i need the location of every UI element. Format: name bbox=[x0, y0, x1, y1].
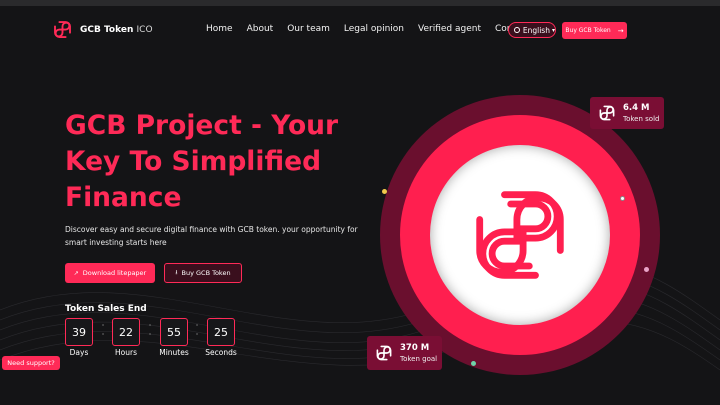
token-sold-value: 6.4 M bbox=[623, 103, 650, 113]
header-buy-button[interactable]: Buy GCB Token → bbox=[562, 22, 627, 39]
download-icon: ⭳ bbox=[175, 269, 178, 276]
download-litepaper-button[interactable]: ↗ Download litepaper bbox=[65, 263, 155, 283]
countdown-separator: · · bbox=[148, 321, 152, 339]
countdown-minutes-label: Minutes bbox=[159, 348, 189, 357]
token-sold-card: 6.4 M Token sold bbox=[590, 97, 664, 129]
token-goal-label: Token goal bbox=[400, 355, 438, 363]
gcb-logo-icon bbox=[54, 21, 71, 38]
browser-top-strip bbox=[0, 0, 720, 6]
countdown-days-value: 39 bbox=[65, 318, 93, 346]
nav-our-team[interactable]: Our team bbox=[287, 24, 330, 34]
countdown-hours-label: Hours bbox=[115, 348, 137, 357]
token-sold-label: Token sold bbox=[623, 115, 660, 123]
globe-icon bbox=[514, 27, 520, 33]
hero-title-line-3: Finance bbox=[65, 182, 182, 213]
hero-description: Discover easy and secure digital finance… bbox=[65, 225, 358, 247]
need-support-button[interactable]: Need support? bbox=[2, 356, 60, 370]
nav-legal-opinion[interactable]: Legal opinion bbox=[344, 24, 404, 34]
header-buy-label: Buy GCB Token bbox=[565, 27, 611, 34]
countdown-hours-value: 22 bbox=[112, 318, 140, 346]
hero-title: GCB Project - Your Key To Simplified Fin… bbox=[65, 108, 365, 216]
token-goal-value: 370 M bbox=[400, 343, 430, 353]
token-goal-card: 370 M Token goal bbox=[367, 336, 442, 370]
main-nav: Home About Our team Legal opinion Verifi… bbox=[206, 24, 544, 34]
arrow-up-right-icon: ↗ bbox=[73, 269, 79, 277]
decorative-dot bbox=[644, 267, 649, 272]
brand-logo[interactable]: GCB Token ICO bbox=[50, 17, 153, 42]
gcb-token-logo-icon bbox=[476, 191, 564, 279]
hero-token-visual bbox=[380, 95, 660, 375]
decorative-dot bbox=[471, 361, 476, 366]
arrow-right-icon: → bbox=[617, 26, 624, 35]
language-selector[interactable]: English ▾ bbox=[508, 22, 556, 38]
hero-title-line-1: GCB Project - Your bbox=[65, 110, 339, 141]
countdown-seconds-value: 25 bbox=[207, 318, 235, 346]
gcb-logo-icon bbox=[599, 105, 615, 121]
hero-title-line-2: Key To Simplified bbox=[65, 146, 322, 177]
decorative-dot bbox=[620, 196, 625, 201]
countdown-title: Token Sales End bbox=[65, 304, 147, 314]
nav-home[interactable]: Home bbox=[206, 24, 233, 34]
brand-name: GCB Token ICO bbox=[80, 24, 153, 35]
countdown-minutes-value: 55 bbox=[160, 318, 188, 346]
nav-about[interactable]: About bbox=[247, 24, 274, 34]
download-litepaper-label: Download litepaper bbox=[82, 269, 147, 277]
countdown-seconds-label: Seconds bbox=[205, 348, 237, 357]
countdown-separator: · · bbox=[101, 321, 105, 339]
countdown-separator: · · bbox=[195, 321, 199, 339]
buy-token-button[interactable]: ⭳ Buy GCB Token bbox=[164, 263, 242, 283]
chevron-down-icon: ▾ bbox=[551, 26, 555, 34]
token-sold-text: 6.4 M Token sold bbox=[623, 103, 659, 123]
countdown-days-label: Days bbox=[69, 348, 89, 357]
language-label: English bbox=[522, 25, 550, 35]
buy-token-label: Buy GCB Token bbox=[181, 269, 231, 277]
gcb-logo-icon bbox=[376, 345, 392, 361]
nav-verified-agent[interactable]: Verified agent bbox=[418, 24, 481, 34]
token-goal-text: 370 M Token goal bbox=[400, 343, 437, 363]
decorative-dot bbox=[382, 189, 387, 194]
